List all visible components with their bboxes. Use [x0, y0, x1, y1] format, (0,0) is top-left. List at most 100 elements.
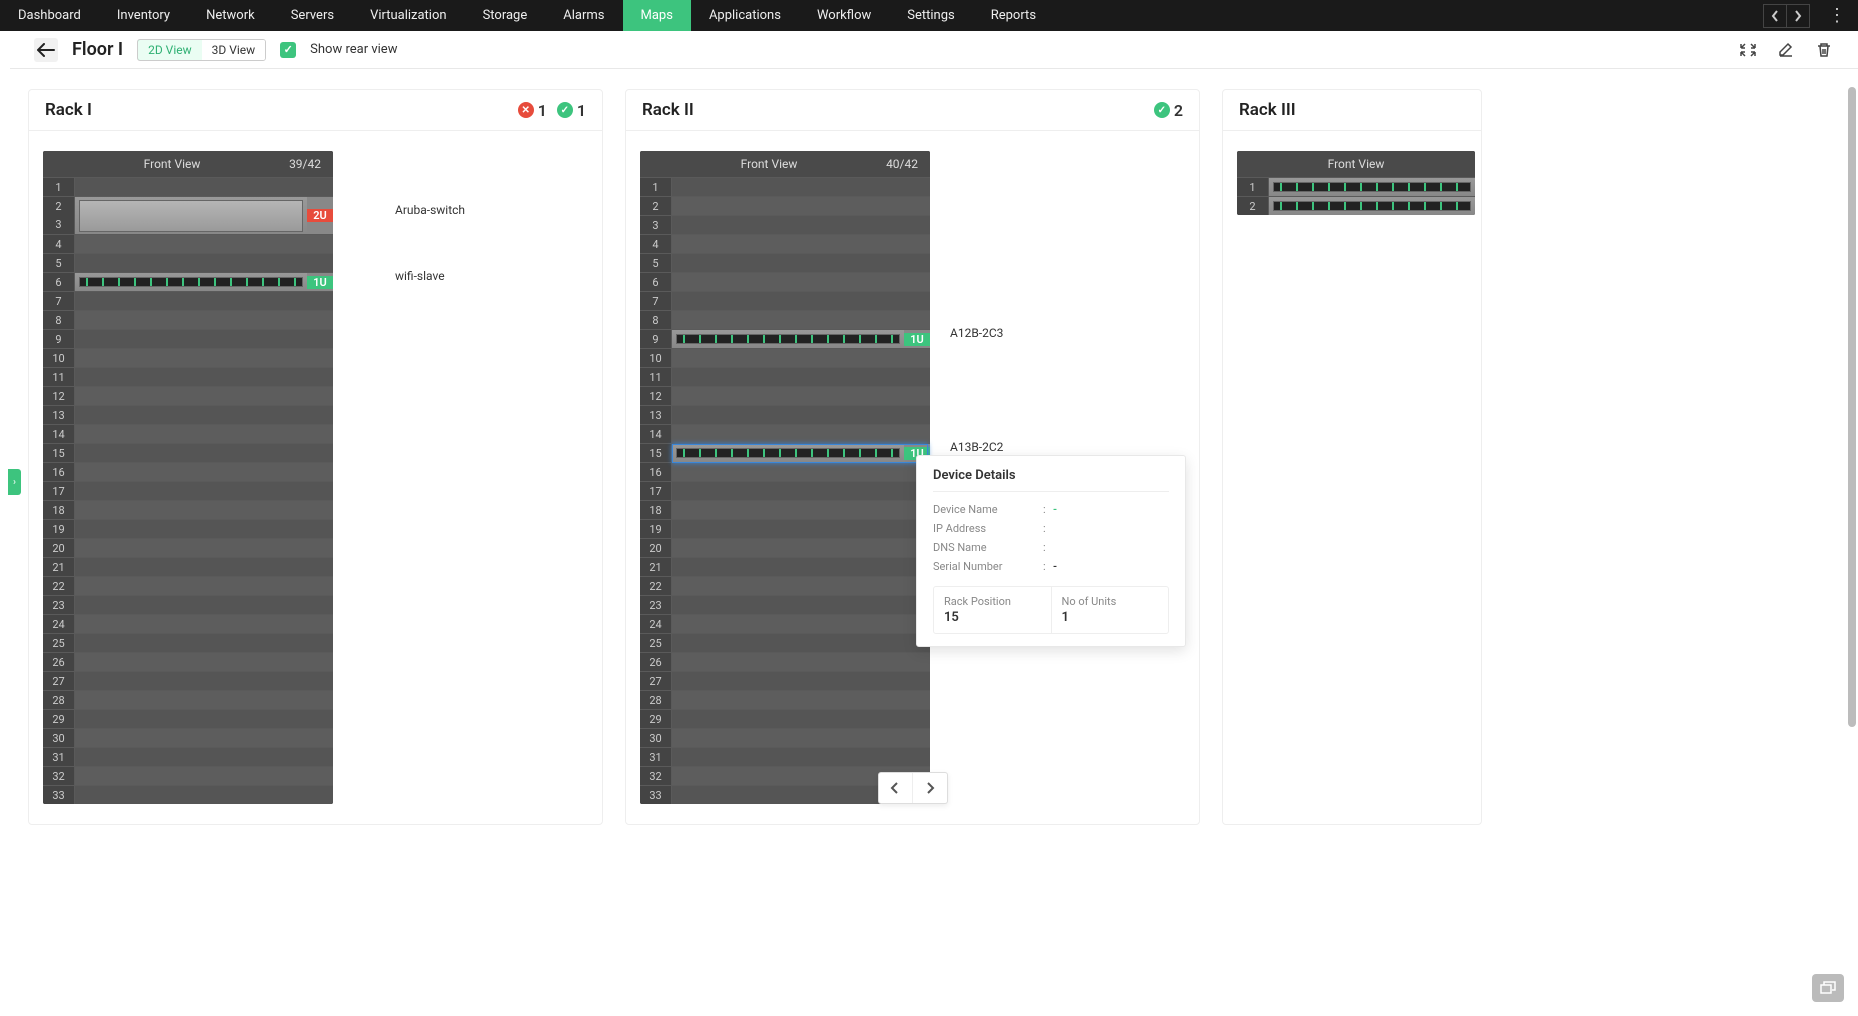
rack-row[interactable]: 11 [43, 367, 333, 386]
rack-row[interactable]: 12 [43, 386, 333, 405]
rack-ok-badge[interactable]: ✓1 [557, 101, 586, 120]
rack-row[interactable]: 5 [43, 253, 333, 272]
rack-row[interactable]: 17 [640, 481, 930, 500]
rack-row[interactable]: 11 [640, 367, 930, 386]
edit-icon[interactable] [1776, 40, 1796, 60]
rack-row[interactable]: 16 [43, 462, 333, 481]
rack-row[interactable]: 9 [43, 329, 333, 348]
rack-row[interactable]: 22 [43, 576, 333, 595]
rack-row[interactable]: 23 [43, 595, 333, 614]
nav-virtualization[interactable]: Virtualization [352, 0, 465, 31]
rack-row[interactable]: 4 [640, 234, 930, 253]
rack-device[interactable] [1269, 197, 1475, 215]
rack-device[interactable]: 1U [672, 444, 930, 462]
pager-prev-button[interactable] [879, 773, 913, 803]
rack-device[interactable]: 1U [672, 330, 930, 348]
rack-row[interactable]: 31 [640, 747, 930, 766]
rack-row[interactable]: 10 [640, 348, 930, 367]
rack-row[interactable]: 7 [640, 291, 930, 310]
rack-row[interactable]: 8 [43, 310, 333, 329]
rack-row[interactable]: 14 [43, 424, 333, 443]
nav-network[interactable]: Network [188, 0, 273, 31]
rack-row[interactable]: 21 [43, 557, 333, 576]
rack-row[interactable]: 13 [43, 405, 333, 424]
rack-row[interactable]: 4 [43, 234, 333, 253]
nav-inventory[interactable]: Inventory [99, 0, 188, 31]
rack-row[interactable]: 2 [1237, 196, 1475, 215]
rack-device[interactable]: 2U [75, 197, 333, 234]
rack-row[interactable]: 25 [43, 633, 333, 652]
rack-row[interactable]: 1 [640, 177, 930, 196]
rack-row[interactable]: 14 [640, 424, 930, 443]
rack-row[interactable]: 29 [43, 709, 333, 728]
rack-row[interactable]: 10 [43, 348, 333, 367]
collapse-icon[interactable] [1738, 40, 1758, 60]
rack-alarm-badge[interactable]: ✕1 [518, 101, 547, 120]
rack-row[interactable]: 17 [43, 481, 333, 500]
rack-row[interactable]: 151U [640, 443, 930, 462]
rack-row[interactable]: 20 [640, 538, 930, 557]
rack-row[interactable]: 15 [43, 443, 333, 462]
rack-ok-badge[interactable]: ✓2 [1154, 101, 1183, 120]
rack-row[interactable]: 18 [640, 500, 930, 519]
rack-row[interactable]: 13 [640, 405, 930, 424]
rack-row[interactable]: 26 [640, 652, 930, 671]
scrollbar[interactable] [1848, 69, 1856, 845]
rack-row[interactable]: 21 [640, 557, 930, 576]
rack-row[interactable]: 29 [640, 709, 930, 728]
rack-row[interactable]: 2 [640, 196, 930, 215]
rack-row[interactable]: 28 [43, 690, 333, 709]
rack-row[interactable]: 23 [640, 595, 930, 614]
side-expand-button[interactable]: › [8, 469, 21, 495]
rack-row[interactable]: 6 [640, 272, 930, 291]
rack-row[interactable]: 26 [43, 652, 333, 671]
rack-row[interactable]: 25 [640, 633, 930, 652]
rack-row[interactable]: 19 [43, 519, 333, 538]
nav-storage[interactable]: Storage [465, 0, 546, 31]
rack-row[interactable]: 5 [640, 253, 930, 272]
rack-row[interactable]: 3 [640, 215, 930, 234]
rack-row[interactable]: 30 [43, 728, 333, 747]
rack-row[interactable]: 61U [43, 272, 333, 291]
nav-maps[interactable]: Maps [623, 0, 691, 31]
rack-row[interactable]: 27 [640, 671, 930, 690]
rack-row[interactable]: 232U [43, 196, 333, 234]
rack-row[interactable]: 19 [640, 519, 930, 538]
rack-device[interactable] [1269, 178, 1475, 196]
rack-row[interactable]: 33 [43, 785, 333, 804]
rack-row[interactable]: 24 [43, 614, 333, 633]
rack-row[interactable]: 8 [640, 310, 930, 329]
rack-row[interactable]: 16 [640, 462, 930, 481]
rack-row[interactable]: 28 [640, 690, 930, 709]
nav-workflow[interactable]: Workflow [799, 0, 889, 31]
rack-row[interactable]: 32 [43, 766, 333, 785]
rack-row[interactable]: 31 [43, 747, 333, 766]
rack-row[interactable]: 12 [640, 386, 930, 405]
delete-icon[interactable] [1814, 40, 1834, 60]
nav-reports[interactable]: Reports [973, 0, 1054, 31]
rack-device[interactable]: 1U [75, 273, 333, 291]
nav-more-icon[interactable]: ⋮ [1828, 7, 1846, 25]
rack-row[interactable]: 1 [1237, 177, 1475, 196]
view-2d-button[interactable]: 2D View [137, 39, 203, 61]
rack-row[interactable]: 7 [43, 291, 333, 310]
view-3d-button[interactable]: 3D View [202, 40, 266, 60]
window-restore-icon[interactable] [1812, 974, 1844, 1002]
nav-dashboard[interactable]: Dashboard [0, 0, 99, 31]
rack-row[interactable]: 1 [43, 177, 333, 196]
rack-row[interactable]: 30 [640, 728, 930, 747]
rack-row[interactable]: 24 [640, 614, 930, 633]
nav-alarms[interactable]: Alarms [545, 0, 622, 31]
nav-applications[interactable]: Applications [691, 0, 799, 31]
nav-servers[interactable]: Servers [273, 0, 352, 31]
back-button[interactable] [34, 38, 58, 62]
pager-next-button[interactable] [913, 773, 947, 803]
rack-row[interactable]: 27 [43, 671, 333, 690]
nav-next-button[interactable] [1786, 4, 1810, 28]
nav-settings[interactable]: Settings [889, 0, 972, 31]
rack-row[interactable]: 18 [43, 500, 333, 519]
nav-prev-button[interactable] [1763, 4, 1787, 28]
rack-row[interactable]: 22 [640, 576, 930, 595]
rack-row[interactable]: 91U [640, 329, 930, 348]
rear-view-checkbox[interactable]: ✓ [280, 42, 296, 58]
